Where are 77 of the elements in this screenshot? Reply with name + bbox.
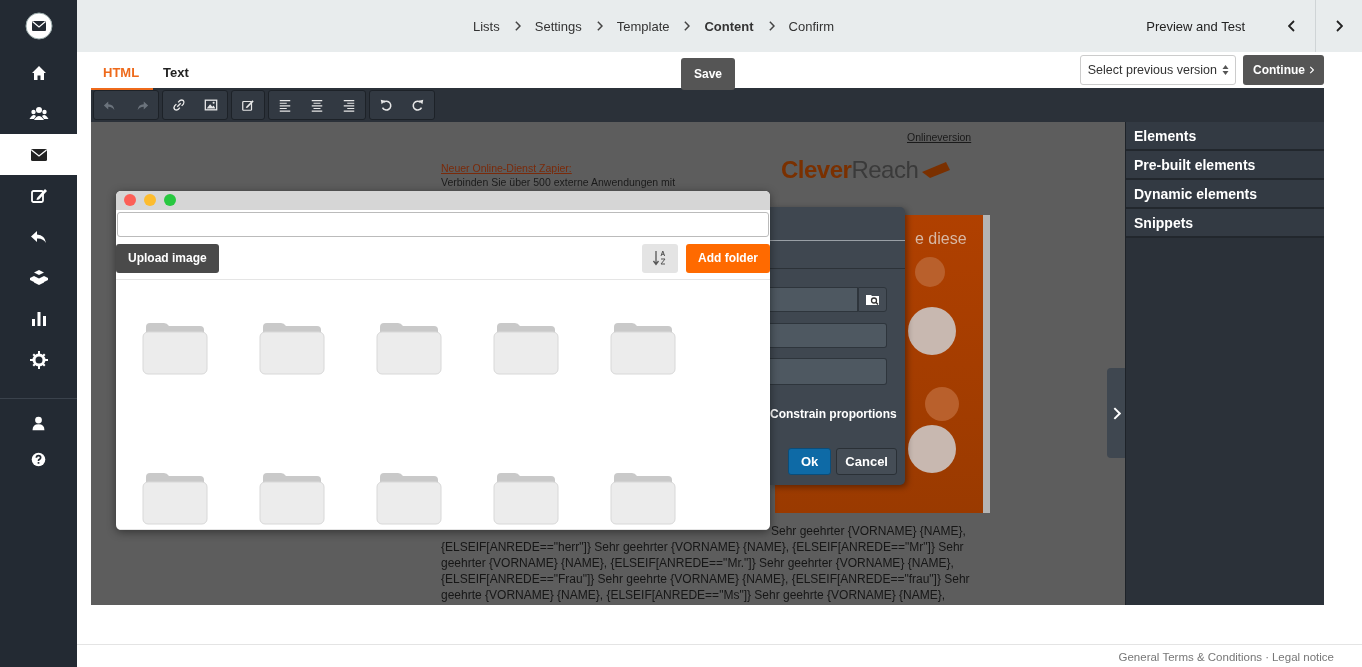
cubes-icon <box>28 267 49 288</box>
chevron-right-icon <box>1335 20 1343 32</box>
constrain-label[interactable]: Constrain proportions <box>770 407 897 421</box>
updown-caret-icon <box>1222 64 1229 76</box>
version-select[interactable]: Select previous version <box>1079 55 1236 85</box>
chevron-right-icon <box>683 21 691 31</box>
email-body-line: Sehr geehrter {VORNAME} {NAME}, <box>770 523 967 539</box>
legal-notice-link[interactable]: Legal notice <box>1271 651 1334 663</box>
rotate-left-icon <box>379 98 393 112</box>
terms-link[interactable]: General Terms & Conditions <box>1118 651 1263 663</box>
folder-icon[interactable] <box>610 471 676 526</box>
email-body-line: {ELSEIF[ANREDE=="herr"]} Sehr geehrter {VORNAME} {NAME}, {ELSEIF[ANREDE=="Mr"]} Sehr <box>441 539 965 555</box>
folder-icon[interactable] <box>493 321 559 376</box>
editor-tab[interactable]: Text <box>151 54 201 86</box>
sort-icon <box>653 250 667 267</box>
panel-toggle-button[interactable] <box>1107 368 1125 458</box>
height-field[interactable] <box>770 358 887 385</box>
align-center-icon <box>310 98 324 112</box>
email-body-line: {ELSEIF[ANREDE=="Frau"]} Sehr geehrte {VORNAME} {NAME}, {ELSEIF[ANREDE=="frau"]} Sehr <box>441 571 971 587</box>
breadcrumb-step[interactable]: Lists <box>473 18 500 34</box>
upload-image-button[interactable]: Upload image <box>116 243 219 273</box>
maximize-icon[interactable] <box>164 194 176 207</box>
chevron-right-icon <box>767 21 775 31</box>
folder-icon[interactable] <box>376 471 442 526</box>
panel-item[interactable]: Dynamic elements <box>1126 180 1324 209</box>
image-icon <box>204 98 218 112</box>
minimize-icon[interactable] <box>144 194 156 207</box>
user-icon <box>30 414 47 432</box>
width-field[interactable] <box>770 323 887 348</box>
panel-item[interactable]: Pre-built elements <box>1126 151 1324 180</box>
rotate-right-icon <box>411 98 425 112</box>
breadcrumb-step[interactable]: Confirm <box>788 18 835 34</box>
news-text: Verbinden Sie über 500 externe Anwendungen mit <box>441 175 677 189</box>
folder-icon[interactable] <box>142 471 208 526</box>
email-body-line: geehrter {VORNAME} {NAME}, {ELSEIF[ANREDE=="Mr."]} Sehr geehrter {VORNAME} {NAME}, <box>441 555 955 571</box>
banner-text: e diese <box>915 230 967 248</box>
envelope-logo-icon <box>24 12 53 40</box>
folder-icon[interactable] <box>376 321 442 376</box>
separator-dot: · <box>1265 651 1269 663</box>
chevron-right-icon <box>513 21 521 31</box>
image-url-field[interactable] <box>770 287 858 312</box>
preview-link[interactable]: Preview and Test <box>1146 18 1245 34</box>
chevron-left-icon <box>1288 20 1296 32</box>
settings-icon <box>28 349 49 370</box>
save-button[interactable]: Save <box>681 58 736 90</box>
app-badge-icon <box>908 425 956 473</box>
app-badge-icon <box>908 307 956 355</box>
sidebar-item[interactable] <box>0 134 77 175</box>
faint-badge-icon <box>925 387 959 421</box>
sort-button[interactable] <box>642 243 678 273</box>
folder-icon[interactable] <box>142 321 208 376</box>
link-icon <box>172 98 186 112</box>
breadcrumb-step[interactable]: Content <box>704 18 754 34</box>
folder-icon[interactable] <box>259 471 325 526</box>
edit-icon <box>241 98 255 112</box>
chevron-right-icon <box>595 21 603 31</box>
continue-button[interactable]: Continue <box>1243 55 1324 85</box>
folder-icon[interactable] <box>493 471 559 526</box>
chevron-right-icon <box>1111 406 1121 420</box>
panel-item[interactable]: Elements <box>1126 122 1324 151</box>
cancel-button[interactable]: Cancel <box>836 448 897 475</box>
email-body-line: geehrte {VORNAME} {NAME}, {ELSEIF[ANREDE=="Ms"]} Sehr geehrte {VORNAME} {NAME}, <box>441 587 947 603</box>
help-icon <box>30 450 47 468</box>
faint-badge-icon <box>915 257 945 287</box>
folder-icon[interactable] <box>610 321 676 376</box>
folder-search-icon <box>864 293 881 306</box>
align-left-icon <box>278 98 292 112</box>
align-right-icon <box>342 98 356 112</box>
panel-item[interactable]: Snippets <box>1126 209 1324 238</box>
close-icon[interactable] <box>124 194 136 207</box>
folder-icon[interactable] <box>259 321 325 376</box>
breadcrumb-step[interactable]: Settings <box>534 18 582 34</box>
chevron-right-icon <box>1309 66 1314 74</box>
browse-button[interactable] <box>858 287 887 312</box>
ok-button[interactable]: Ok <box>788 448 832 475</box>
breadcrumb-step[interactable]: Template <box>616 18 670 34</box>
search-field[interactable] <box>117 211 769 238</box>
